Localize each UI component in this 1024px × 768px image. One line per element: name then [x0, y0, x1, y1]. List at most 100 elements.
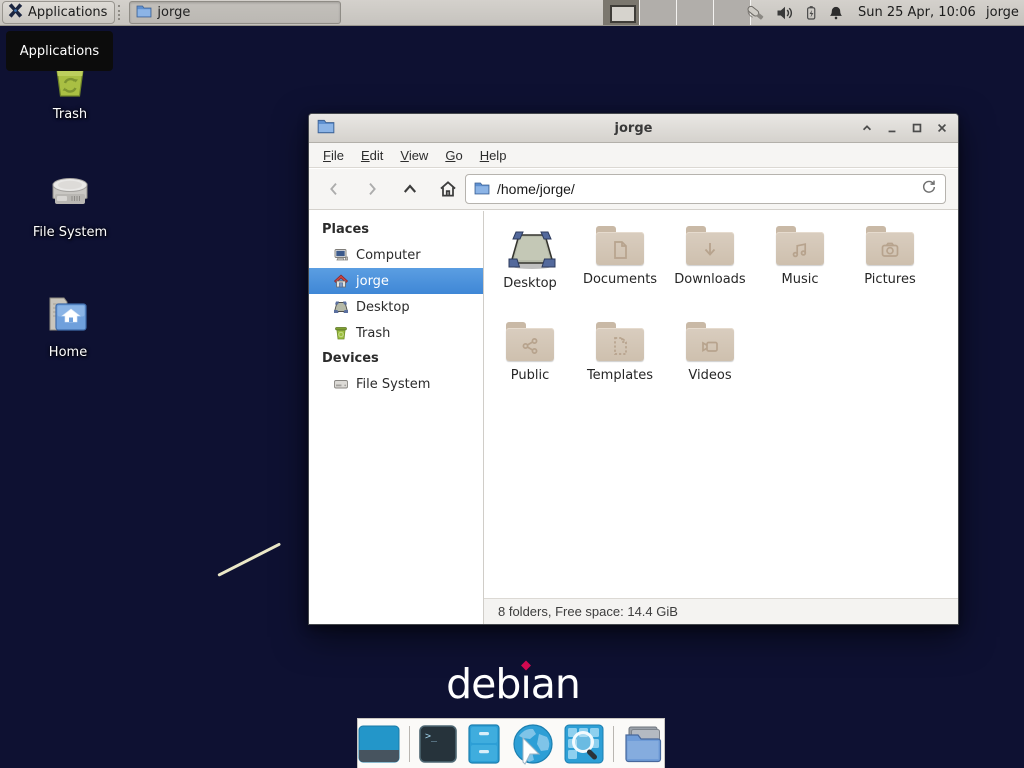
sidebar-item-filesystem[interactable]: File System	[309, 371, 483, 397]
folder-item-downloads[interactable]: Downloads	[665, 223, 755, 319]
up-button[interactable]	[391, 173, 429, 205]
terminal-icon: >_	[419, 725, 457, 763]
stylus-icon[interactable]	[744, 2, 768, 24]
home-button[interactable]	[429, 173, 467, 205]
window-titlebar[interactable]: jorge	[309, 114, 958, 143]
folder-icon	[506, 322, 554, 362]
music-notes-emblem-icon	[789, 239, 811, 261]
sidebar-item-jorge[interactable]: jorge	[309, 268, 483, 294]
trash-icon	[333, 325, 349, 341]
folder-label: Templates	[587, 368, 653, 383]
desktop-icon-label: Home	[49, 345, 87, 360]
files-pane: Desktop Documents Downloads	[484, 211, 958, 624]
folder-icon	[686, 226, 734, 266]
bell-icon[interactable]	[827, 3, 845, 23]
folder-item-documents[interactable]: Documents	[575, 223, 665, 319]
folder-item-videos[interactable]: Videos	[665, 319, 755, 415]
folder-item-templates[interactable]: Templates	[575, 319, 665, 415]
folder-icon	[866, 226, 914, 266]
sidebar-item-label: Computer	[356, 248, 421, 263]
applications-menu-button[interactable]: Applications	[2, 1, 115, 24]
camera-emblem-icon	[879, 239, 901, 261]
taskbar-window-button[interactable]: jorge	[129, 1, 341, 24]
panel-clock[interactable]: Sun 25 Apr, 10:06	[858, 0, 976, 25]
sidebar-item-label: File System	[356, 377, 430, 392]
directory-menu-launcher[interactable]	[622, 725, 664, 763]
svg-text:>_: >_	[425, 731, 438, 742]
sidebar-item-label: Desktop	[356, 300, 410, 315]
desktop-trapezoid-icon	[506, 226, 554, 270]
document-emblem-icon	[609, 239, 631, 261]
workspace-switcher[interactable]	[603, 0, 751, 25]
folder-item-pictures[interactable]: Pictures	[845, 223, 935, 319]
volume-icon[interactable]	[775, 3, 795, 23]
drive-icon	[333, 376, 349, 392]
applications-tooltip: Applications	[6, 31, 113, 71]
home-icon	[333, 273, 349, 289]
app-finder-icon	[564, 724, 604, 764]
menu-file[interactable]: File	[323, 148, 344, 163]
sidebar: Places Computer jorge Desktop Trash Devi…	[309, 211, 484, 624]
desktop-line-artifact	[217, 542, 281, 576]
computer-icon	[333, 247, 349, 263]
battery-charging-icon[interactable]	[802, 3, 820, 23]
menu-help[interactable]: Help	[480, 148, 507, 163]
folder-item-desktop[interactable]: Desktop	[485, 223, 575, 319]
sidebar-header-devices: Devices	[309, 346, 483, 371]
sidebar-item-computer[interactable]: Computer	[309, 242, 483, 268]
panel-username[interactable]: jorge	[986, 0, 1019, 25]
desktop-icon-home[interactable]: Home	[20, 290, 116, 360]
template-emblem-icon	[609, 335, 631, 357]
workspace-1[interactable]	[603, 0, 640, 25]
forward-button[interactable]	[353, 173, 391, 205]
menu-go[interactable]: Go	[445, 148, 462, 163]
web-browser-launcher[interactable]	[511, 722, 555, 766]
menu-view[interactable]: View	[400, 148, 428, 163]
blue-folder-icon	[622, 725, 664, 763]
folder-item-public[interactable]: Public	[485, 319, 575, 415]
debian-logo: debıan	[438, 660, 588, 708]
desktop-icon-filesystem[interactable]: File System	[22, 170, 118, 240]
folder-icon	[136, 4, 152, 22]
folder-icon	[776, 226, 824, 266]
xfce-x-icon	[7, 2, 24, 23]
panel-handle[interactable]	[118, 5, 125, 20]
desktop-icon-label: Trash	[53, 107, 87, 122]
desktop-icon	[333, 299, 349, 315]
folder-icon	[686, 322, 734, 362]
terminal-launcher[interactable]: >_	[419, 725, 457, 763]
folder-item-music[interactable]: Music	[755, 223, 845, 319]
sidebar-header-places: Places	[309, 217, 483, 242]
window-controls	[860, 114, 948, 142]
file-grid: Desktop Documents Downloads	[484, 211, 958, 598]
statusbar-text: 8 folders, Free space: 14.4 GiB	[498, 604, 678, 619]
maximize-button[interactable]	[910, 121, 923, 135]
workspace-3[interactable]	[677, 0, 714, 25]
folder-label: Desktop	[503, 276, 557, 291]
location-bar[interactable]: /home/jorge/	[465, 174, 946, 204]
desktop-icon-label: File System	[33, 225, 107, 240]
file-manager-window: jorge File Edit View Go Help	[308, 113, 959, 625]
path-input[interactable]: /home/jorge/	[497, 181, 914, 197]
video-camera-emblem-icon	[699, 335, 721, 357]
system-tray	[744, 0, 845, 25]
close-button[interactable]	[935, 121, 948, 135]
reload-icon[interactable]	[921, 179, 937, 199]
back-button[interactable]	[315, 173, 353, 205]
toolbar: /home/jorge/	[309, 169, 958, 210]
shade-button[interactable]	[860, 121, 873, 135]
folder-icon	[596, 226, 644, 266]
show-desktop-button[interactable]	[358, 725, 400, 763]
workspace-2[interactable]	[640, 0, 677, 25]
dock-separator	[409, 726, 410, 762]
statusbar: 8 folders, Free space: 14.4 GiB	[484, 598, 958, 624]
dock-separator	[613, 726, 614, 762]
sidebar-item-trash[interactable]: Trash	[309, 320, 483, 346]
folder-label: Music	[782, 272, 819, 287]
minimize-button[interactable]	[885, 121, 898, 135]
sidebar-item-desktop[interactable]: Desktop	[309, 294, 483, 320]
file-manager-launcher[interactable]	[466, 724, 502, 764]
app-finder-launcher[interactable]	[564, 724, 604, 764]
menu-edit[interactable]: Edit	[361, 148, 383, 163]
drive-icon	[45, 170, 95, 220]
